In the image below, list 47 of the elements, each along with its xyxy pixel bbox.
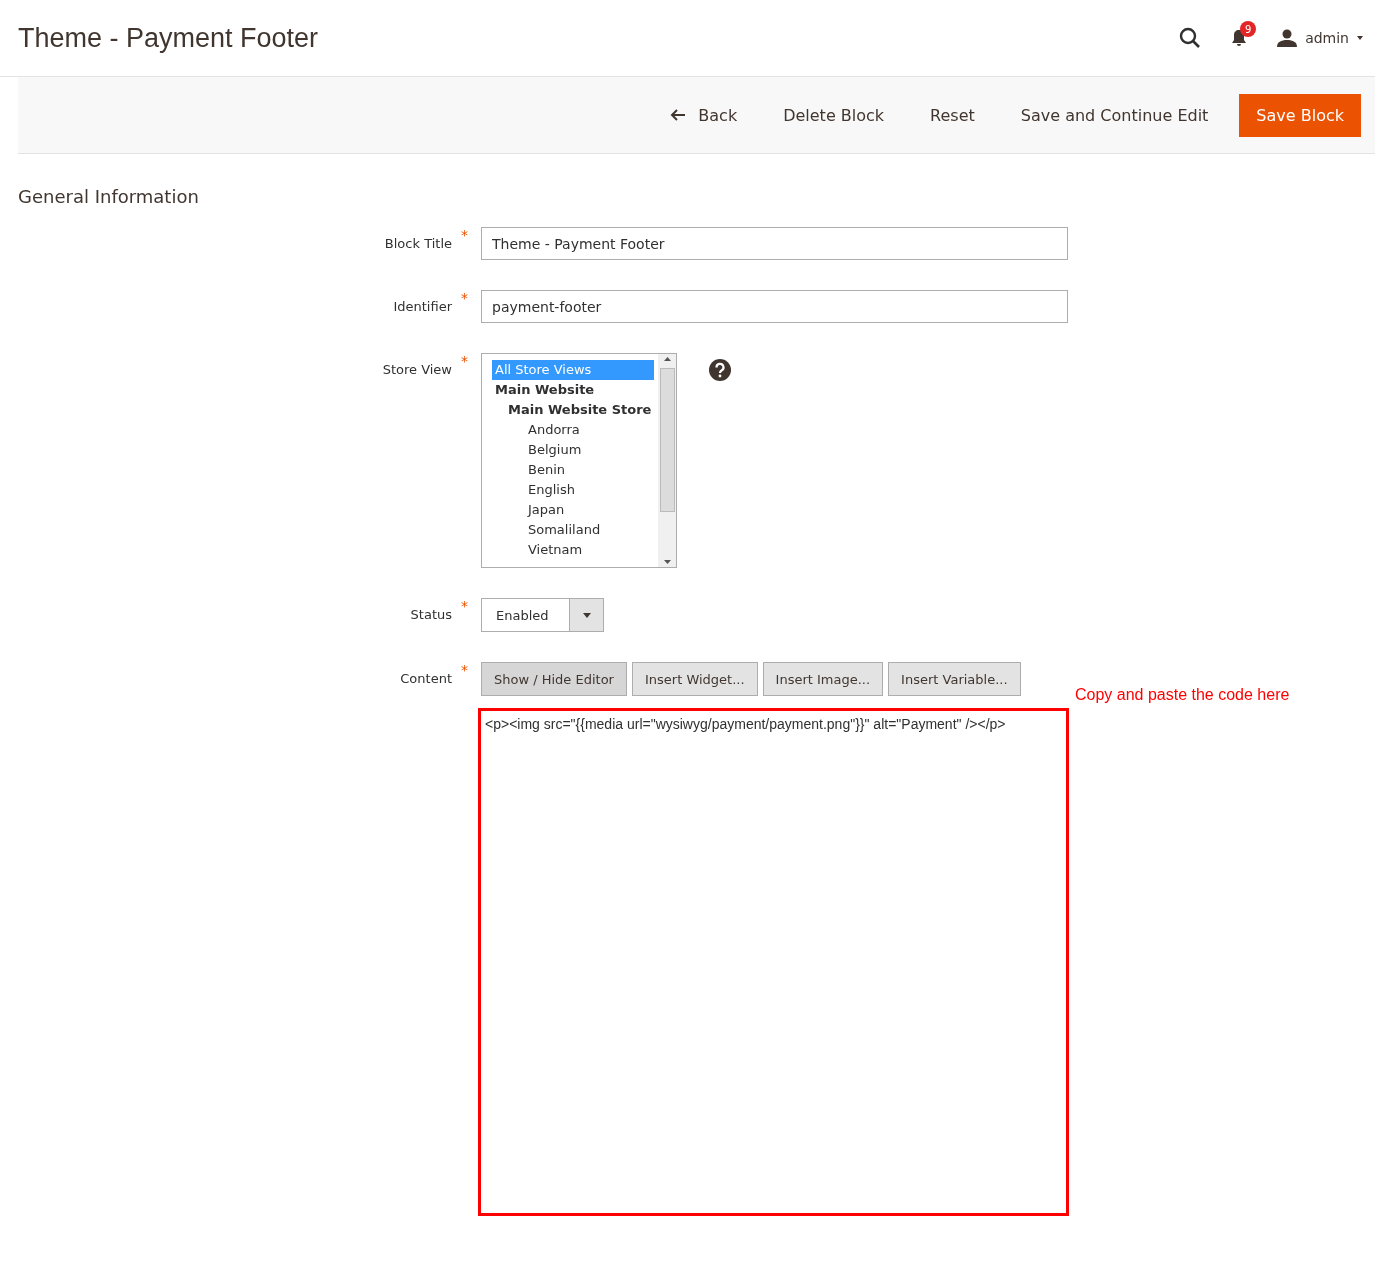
scrollbar-thumb[interactable] [659,367,675,512]
help-icon[interactable] [709,359,731,381]
scroll-down-icon[interactable] [663,560,671,564]
save-button[interactable]: Save Block [1239,93,1361,137]
option-group-label: Main Website Store [507,401,653,419]
toolbar-button[interactable]: Reset [907,93,998,137]
option-group-label: Main Website [494,381,596,399]
content-textarea[interactable]: <p><img src="{{media url="wysiwyg/payment/payment.png"}}" alt="Payment" /></p> [478,708,1069,1216]
search-icon[interactable] [1179,27,1202,49]
store-view-listbox[interactable]: All Store Views Main Website Main Website Store Andorra Belgium Benin English Japan Somaliland Vietnam [481,353,677,568]
editor-button[interactable]: Insert Widget... [631,662,758,696]
field-label: Content [399,670,452,686]
field-label: Store View [381,361,452,377]
user-icon [1277,29,1298,47]
scroll-up-icon[interactable] [663,357,671,361]
store-view-option[interactable]: Benin [492,460,654,480]
section-title: General Information [18,186,200,207]
required-mark: * [460,661,468,678]
required-mark: * [460,289,468,306]
editor-button[interactable]: Insert Variable... [888,662,1021,696]
back-button[interactable]: Back [647,93,761,137]
caret-icon[interactable] [1357,36,1363,40]
page-title: Theme - Payment Footer [18,22,320,54]
arrow-left-icon [670,109,687,121]
required-mark: * [460,597,468,614]
field-label: Identifier [392,298,452,314]
annotation-text: Copy and paste the code here [1075,686,1290,704]
caret-icon [582,612,591,618]
toolbar-button[interactable]: Delete Block [760,93,908,137]
notification-count: 9 [1240,21,1257,37]
required-mark: * [460,226,468,243]
field-label: Status [409,606,452,622]
user-name[interactable]: admin [1305,30,1349,46]
required-mark: * [460,352,468,369]
store-view-option[interactable]: Somaliland [492,520,654,540]
store-view-option[interactable]: Japan [492,500,654,520]
store-view-option[interactable]: Belgium [492,440,654,460]
field-label: Block Title [383,235,452,251]
editor-button[interactable]: Insert Image... [762,662,884,696]
store-view-option[interactable]: Vietnam [492,540,654,560]
text-input-field[interactable]: Theme - Payment Footer [481,227,1068,260]
toolbar-button[interactable]: Save and Continue Edit [997,93,1232,137]
store-view-option[interactable]: Andorra [492,420,654,440]
editor-button[interactable]: Show / Hide Editor [481,662,627,696]
store-view-option[interactable]: English [492,480,654,500]
text-input-field[interactable]: payment-footer [481,290,1068,323]
status-select[interactable]: Enabled [481,598,604,632]
